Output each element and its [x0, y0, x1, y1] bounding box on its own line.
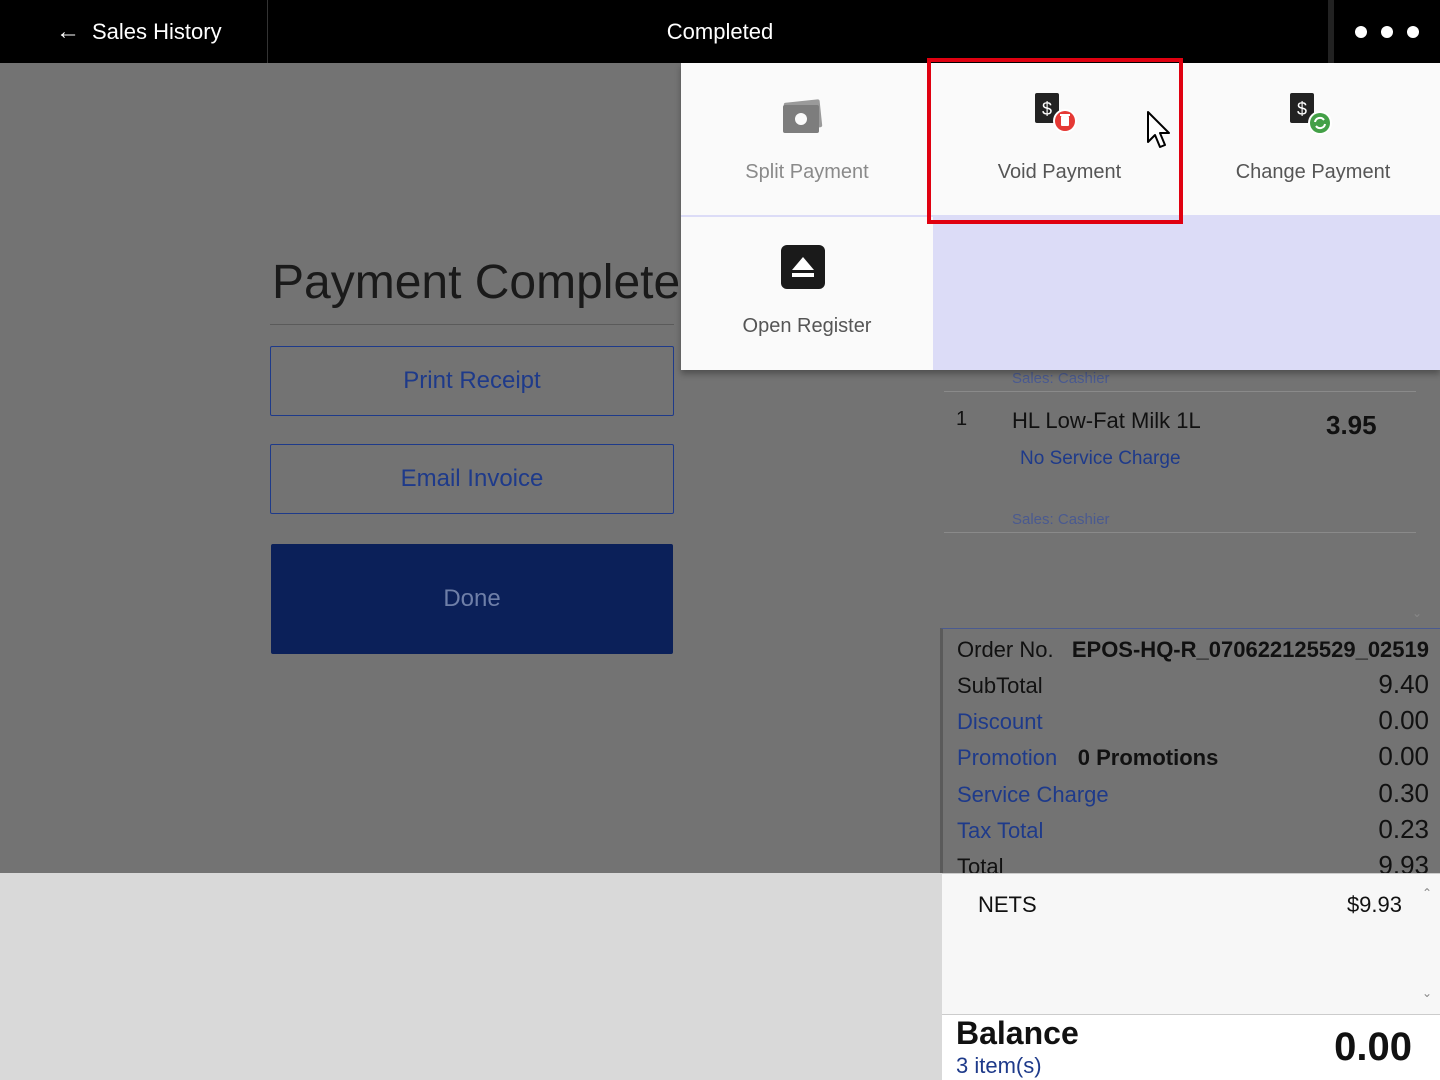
page-title: Completed — [666, 18, 774, 44]
service-charge-value: 0.30 — [1378, 778, 1429, 808]
discount-value: 0.00 — [1378, 705, 1429, 735]
item-count-link[interactable]: 3 item(s) — [956, 1053, 1042, 1079]
mouse-cursor-icon — [1147, 111, 1170, 148]
payment-complete-title: Payment Complete — [272, 256, 681, 309]
balance-label: Balance — [956, 1015, 1079, 1051]
payment-list: NETS $9.93 ⌃ ⌄ — [942, 873, 1440, 1015]
print-receipt-button[interactable]: Print Receipt — [270, 346, 674, 416]
open-register-label: Open Register — [742, 315, 872, 337]
arrow-left-icon: ← — [56, 17, 80, 45]
payment-method: NETS — [978, 892, 1037, 917]
service-charge-row: Service Charge 0.30 — [957, 778, 1429, 809]
top-bar: ← Sales History Completed — [0, 0, 1440, 63]
sales-cashier-label: Sales: Cashier — [1012, 370, 1110, 387]
subtotal-row: SubTotal 9.40 — [957, 669, 1429, 700]
title-divider — [270, 324, 674, 325]
change-payment-button[interactable]: $ Change Payment — [1186, 63, 1440, 215]
svg-text:$: $ — [1042, 99, 1052, 119]
change-payment-label: Change Payment — [1235, 161, 1391, 183]
split-payment-button[interactable]: Split Payment — [681, 63, 933, 215]
subtotal-label: SubTotal — [957, 673, 1043, 698]
discount-row: Discount 0.00 — [957, 705, 1429, 736]
row-divider — [944, 532, 1416, 533]
more-dot-icon — [1381, 25, 1393, 38]
chevron-down-icon[interactable]: ⌄ — [1422, 986, 1432, 1000]
payment-row[interactable]: NETS $9.93 — [978, 892, 1402, 918]
change-payment-icon: $ — [1290, 93, 1332, 135]
item-quantity: 1 — [956, 408, 968, 430]
more-dot-icon — [1407, 25, 1419, 38]
order-number-label: Order No. — [957, 637, 1054, 662]
promotion-row: Promotion 0 Promotions 0.00 — [957, 741, 1429, 772]
promotion-count: 0 Promotions — [1077, 745, 1219, 770]
subtotal-value: 9.40 — [1378, 669, 1429, 699]
chevron-up-icon[interactable]: ⌃ — [1422, 886, 1432, 900]
more-options-button[interactable] — [1328, 0, 1440, 63]
split-payment-label: Split Payment — [745, 161, 869, 183]
service-charge-link[interactable]: Service Charge — [957, 782, 1109, 808]
svg-text:$: $ — [1297, 99, 1307, 119]
order-number-value: EPOS-HQ-R_070622125529_02519 — [1071, 637, 1429, 662]
promotion-link[interactable]: Promotion — [957, 745, 1057, 770]
order-totals: Order No. EPOS-HQ-R_070622125529_02519 S… — [940, 628, 1440, 880]
tax-total-row: Tax Total 0.23 — [957, 814, 1429, 845]
item-name[interactable]: HL Low-Fat Milk 1L — [1012, 408, 1201, 434]
actions-menu: Split Payment $ Void Payment $ Change Pa… — [681, 63, 1440, 370]
row-divider — [944, 391, 1416, 392]
item-price: 3.95 — [1326, 410, 1377, 440]
open-register-button[interactable]: Open Register — [681, 217, 933, 370]
void-payment-label: Void Payment — [997, 161, 1122, 183]
done-button[interactable]: Done — [271, 544, 673, 654]
tax-total-value: 0.23 — [1378, 814, 1429, 844]
back-to-sales-history-button[interactable]: ← Sales History — [0, 0, 268, 63]
sales-cashier-label: Sales: Cashier — [1012, 511, 1110, 528]
tax-total-link[interactable]: Tax Total — [957, 818, 1043, 844]
chevron-down-icon[interactable]: ⌄ — [1412, 606, 1422, 620]
balance-panel: Balance 3 item(s) 0.00 — [942, 1015, 1440, 1080]
balance-value: 0.00 — [1334, 1025, 1412, 1069]
email-invoice-button[interactable]: Email Invoice — [270, 444, 674, 514]
eject-register-icon — [781, 245, 825, 289]
more-dot-icon — [1355, 25, 1367, 38]
void-payment-icon: $ — [1035, 93, 1077, 133]
discount-link[interactable]: Discount — [957, 709, 1043, 735]
back-label: Sales History — [92, 18, 222, 44]
order-number-row: Order No. EPOS-HQ-R_070622125529_02519 — [957, 637, 1429, 663]
cash-icon — [783, 99, 823, 133]
promotion-value: 0.00 — [1378, 741, 1429, 771]
payment-amount: $9.93 — [1346, 892, 1402, 917]
item-service-charge-link[interactable]: No Service Charge — [1020, 448, 1181, 470]
